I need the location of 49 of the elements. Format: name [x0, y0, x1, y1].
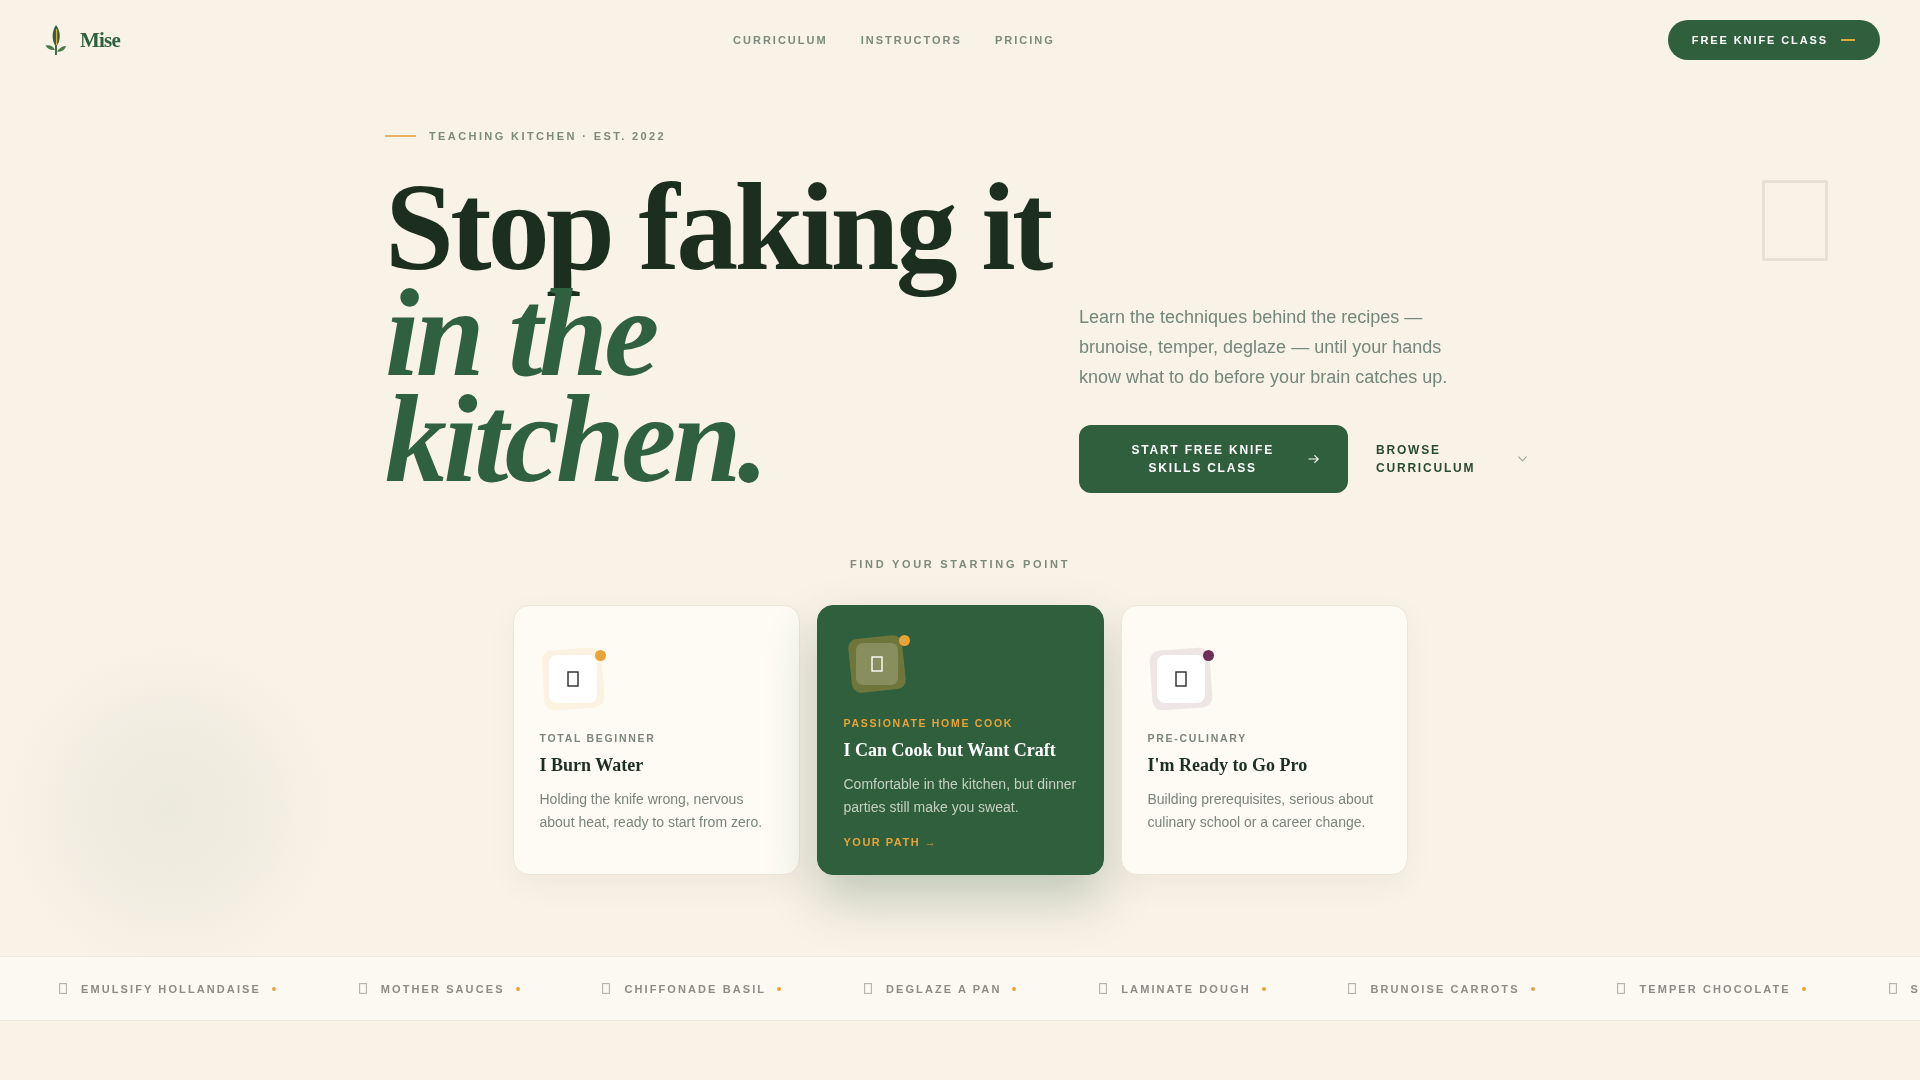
- card-eyebrow: PASSIONATE HOME COOK: [843, 716, 1015, 730]
- rectangle-icon: [1888, 983, 1897, 994]
- rectangle-icon: [59, 983, 67, 994]
- headline: Stop faking it in the kitchen.: [385, 175, 1050, 493]
- card-title: I Can Cook but Want Craft: [843, 739, 1057, 762]
- card-title: I Burn Water: [539, 754, 645, 777]
- path-card[interactable]: PRE-CULINARY I'm Ready to Go Pro Building prerequisites, serious about culinary school or a career change.: [1120, 605, 1408, 875]
- square-tile-icon: [1147, 646, 1214, 712]
- card-title: I'm Ready to Go Pro: [1147, 754, 1309, 777]
- card-eyebrow: PRE-CULINARY: [1147, 731, 1248, 745]
- dot-icon: [777, 986, 782, 991]
- logo-wordmark: Mise: [80, 27, 120, 53]
- browse-curriculum-button[interactable]: BROWSE CURRICULUM: [1376, 441, 1527, 477]
- card-description: Holding the knife wrong, nervous about heat, ready to start from zero.: [539, 790, 764, 832]
- eyebrow-text: TEACHING KITCHEN · EST. 2022: [429, 129, 667, 143]
- dot-icon: [1801, 986, 1806, 991]
- dot-icon: [1012, 986, 1017, 991]
- rectangle-icon: [1348, 983, 1357, 994]
- free-class-button[interactable]: FREE KNIFE CLASS: [1667, 20, 1880, 60]
- card-description: Comfortable in the kitchen, but dinner parties still make you sweat.: [843, 775, 1077, 817]
- square-tile-icon: [539, 646, 606, 712]
- skill-label: CHIFFONADE BASIL: [624, 981, 767, 996]
- dot-icon: [271, 986, 276, 991]
- dot-icon: [1530, 986, 1535, 991]
- card-description: Building prerequisites, serious about culinary school or a career change.: [1147, 790, 1375, 832]
- skill-label: DEGLAZE A PAN: [885, 981, 1002, 996]
- dash-icon: [1841, 39, 1855, 41]
- card-eyebrow: TOTAL BEGINNER: [539, 731, 657, 745]
- dot-icon: [515, 986, 520, 991]
- skill-label: MOTHER SAUCES: [380, 981, 505, 996]
- rectangle-icon: [863, 983, 872, 994]
- skill-label: S: [1910, 981, 1920, 996]
- rectangle-icon: [602, 983, 611, 994]
- rectangle-icon: [1099, 983, 1108, 994]
- sprout-icon: [44, 24, 67, 56]
- skill-label: TEMPER CHOCOLATE: [1639, 981, 1791, 996]
- start-class-button[interactable]: START FREE KNIFE SKILLS CLASS: [1079, 425, 1348, 493]
- skill-label: EMULSIFY HOLLANDAISE: [81, 981, 261, 996]
- dot-icon: [1261, 986, 1266, 991]
- path-card[interactable]: PASSIONATE HOME COOK I Can Cook but Want Craft Comfortable in the kitchen, but dinner parties still make you sweat. YOUR PATH →: [816, 605, 1104, 875]
- arrow-right-icon: [1308, 454, 1320, 464]
- rectangle-icon: [1617, 983, 1626, 994]
- rectangle-icon: [358, 983, 367, 994]
- chevron-down-icon: [1518, 456, 1527, 462]
- section-heading: FIND YOUR STARTING POINT: [849, 557, 1071, 571]
- hero-description: Learn the techniques behind the recipes — brunoise, temper, deglaze — until your hands know what to do before your brain catches up.: [1079, 306, 1449, 389]
- skill-label: BRUNOISE CARROTS: [1370, 981, 1520, 996]
- path-card[interactable]: TOTAL BEGINNER I Burn Water Holding the knife wrong, nervous about heat, ready to start from zero.: [512, 605, 800, 875]
- skill-label: LAMINATE DOUGH: [1121, 981, 1251, 996]
